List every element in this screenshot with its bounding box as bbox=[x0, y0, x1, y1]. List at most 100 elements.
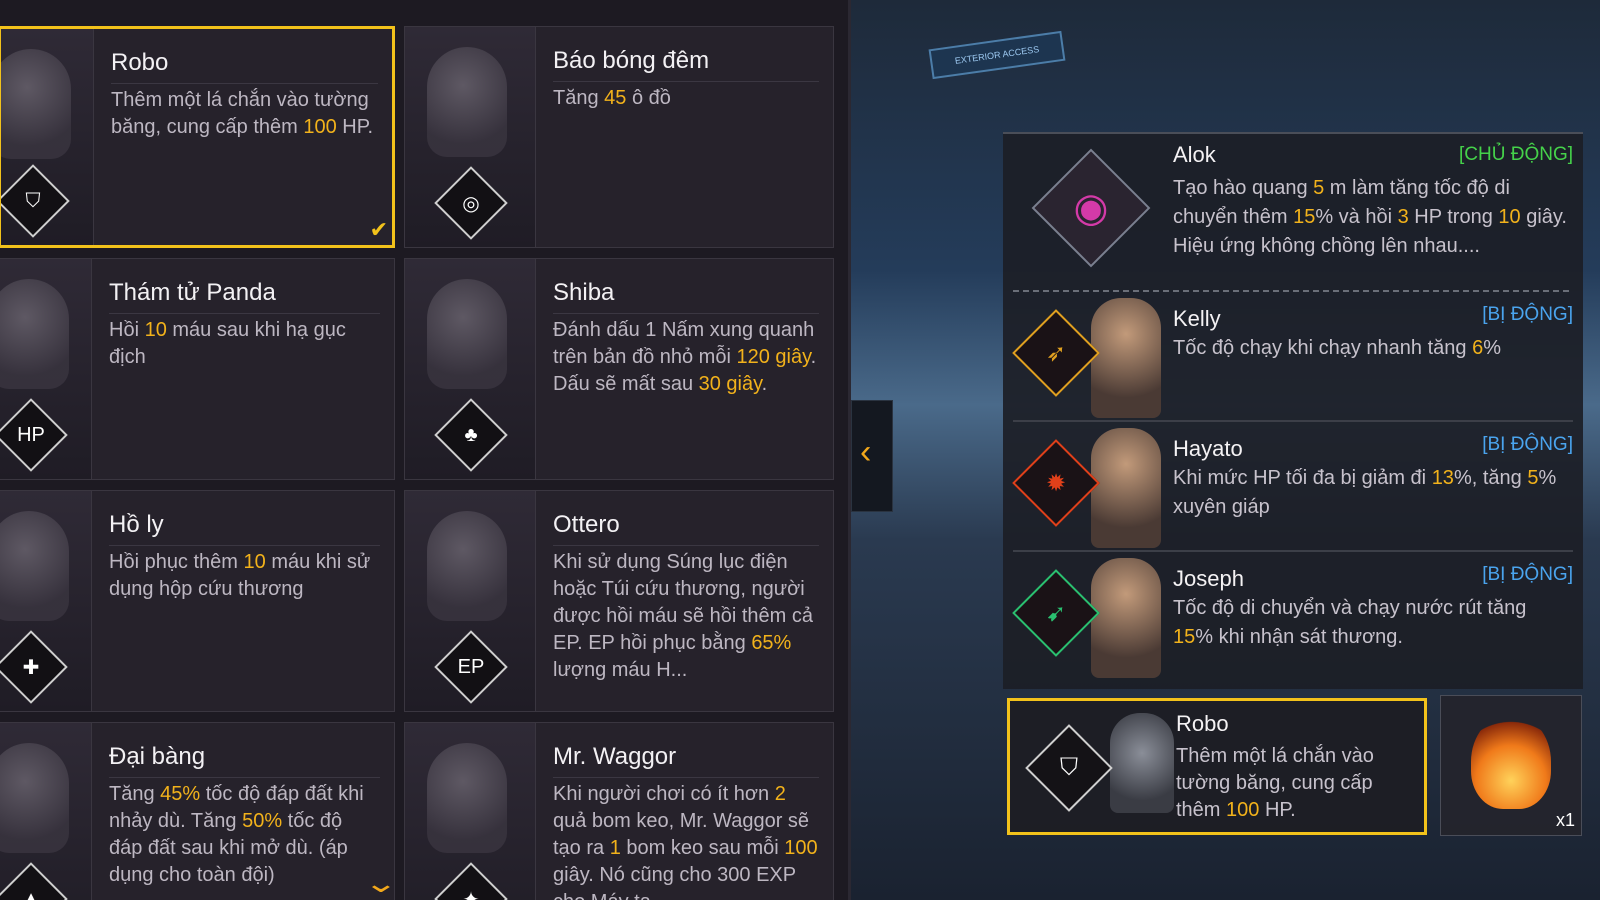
ep-icon: EP bbox=[457, 655, 485, 678]
skill-row[interactable]: ◉ Alok [CHỦ ĐỘNG] Tạo hào quang 5 m làm tăn… bbox=[1003, 134, 1583, 290]
highlight-value: 10 bbox=[243, 551, 266, 573]
mushroom-icon: ♣ bbox=[464, 423, 478, 446]
pet-description: Tăng 45 ô đồ bbox=[553, 85, 819, 112]
character-portrait bbox=[1091, 428, 1161, 548]
pet-card[interactable]: ⛉ Robo Thêm một lá chắn vào tường băng, cu… bbox=[0, 26, 395, 248]
skill-type-tag: [CHỦ ĐỘNG] bbox=[1459, 144, 1573, 165]
name-divider bbox=[111, 83, 378, 84]
pet-card[interactable]: ◎ Báo bóng đêm Tăng 45 ô đồ bbox=[404, 26, 834, 248]
name-divider bbox=[109, 545, 380, 546]
highlight-value: 45% bbox=[160, 783, 201, 805]
name-divider bbox=[553, 81, 819, 82]
pet-description: Khi sử dụng Súng lục điện hoặc Túi cứu t… bbox=[553, 549, 819, 684]
pet-name: Ottero bbox=[553, 511, 620, 538]
skill-badge: ✦ bbox=[434, 862, 508, 900]
shield-wall-icon: ⛉ bbox=[1060, 754, 1078, 781]
desc-text: HP trong bbox=[1408, 206, 1499, 228]
highlight-value: 5 bbox=[1313, 177, 1325, 199]
desc-text: . bbox=[761, 373, 768, 395]
medkit-icon: ✚ bbox=[22, 656, 40, 679]
equipped-pet-description: Thêm một lá chắn vào tường băng, cung cấ… bbox=[1176, 743, 1414, 824]
pet-list-panel: ⛉ Robo Thêm một lá chắn vào tường băng, cu… bbox=[0, 0, 850, 900]
name-divider bbox=[109, 313, 380, 314]
highlight-value: 10 bbox=[1498, 206, 1521, 228]
highlight-value: 45 bbox=[604, 87, 627, 109]
pet-card[interactable]: EP Ottero Khi sử dụng Súng lục điện hoặc T… bbox=[404, 490, 834, 712]
skill-description: Tốc độ chạy khi chạy nhanh tăng 6% bbox=[1173, 334, 1571, 363]
checkmark-icon: ✔ bbox=[369, 217, 388, 242]
highlight-value: 100 bbox=[784, 837, 818, 859]
skill-row[interactable]: ✹ Hayato [BỊ ĐỘNG] Khi mức HP tối đa bị giả… bbox=[1003, 422, 1583, 550]
equipped-item-slot[interactable]: x1 bbox=[1440, 695, 1582, 836]
pet-name: Robo bbox=[111, 49, 169, 76]
pet-figure bbox=[427, 279, 507, 389]
highlight-value: 30 giây bbox=[698, 373, 762, 395]
highlight-value: 100 bbox=[303, 116, 337, 138]
pet-name: Mr. Waggor bbox=[553, 743, 677, 770]
desc-text: % và hồi bbox=[1315, 206, 1398, 228]
pet-description: Hồi phục thêm 10 máu khi sử dụng hộp cứu… bbox=[109, 549, 380, 603]
pet-description: Tăng 45% tốc độ đáp đất khi nhảy dù. Tăn… bbox=[109, 781, 380, 889]
pet-portrait: ♣ bbox=[405, 259, 536, 479]
highlight-value: 5 bbox=[1527, 467, 1539, 489]
pet-card[interactable]: ✚ Hồ ly Hồi phục thêm 10 máu khi sử dụng h… bbox=[0, 490, 395, 712]
pet-description: Thêm một lá chắn vào tường băng, cung cấ… bbox=[111, 87, 378, 141]
highlight-value: 10 bbox=[144, 319, 167, 341]
pet-figure bbox=[427, 511, 507, 621]
pet-description: Đánh dấu 1 Nấm xung quanh trên bản đồ nh… bbox=[553, 317, 819, 398]
desc-text: lượng máu H... bbox=[553, 659, 688, 681]
highlight-value: 50% bbox=[242, 810, 283, 832]
desc-text: Tăng bbox=[109, 783, 161, 805]
desc-text: bom keo sau mỗi bbox=[620, 837, 785, 859]
skill-badge: ⛉ bbox=[1, 164, 70, 238]
desc-text: ô đồ bbox=[626, 87, 671, 109]
skill-type-tag: [BỊ ĐỘNG] bbox=[1482, 564, 1573, 585]
name-divider bbox=[553, 545, 819, 546]
skill-row[interactable]: ➹ Joseph [BỊ ĐỘNG] Tốc độ di chuyển và chạy… bbox=[1003, 552, 1583, 680]
pet-name: Đại bàng bbox=[109, 743, 206, 770]
scroll-down-chevron-icon[interactable]: ⌄ bbox=[363, 868, 398, 899]
highlight-value: 6 bbox=[1472, 337, 1484, 359]
equipped-pet-slot[interactable]: ⛉ Robo Thêm một lá chắn vào tường băng, cu… bbox=[1007, 698, 1427, 835]
pet-portrait: ◎ bbox=[405, 27, 536, 247]
item-count: x1 bbox=[1555, 810, 1575, 830]
skill-row[interactable]: ➶ Kelly [BỊ ĐỘNG] Tốc độ chạy khi chạy nhan… bbox=[1003, 292, 1583, 420]
running-shoe-icon: ➶ bbox=[1045, 339, 1067, 367]
name-divider bbox=[553, 313, 819, 314]
pet-card[interactable]: ✦ Mr. Waggor Khi người chơi có ít hơn 2 qu… bbox=[404, 722, 834, 900]
pet-figure bbox=[1110, 713, 1174, 813]
name-divider bbox=[109, 777, 380, 778]
desc-text: Tạo hào quang bbox=[1173, 177, 1314, 199]
pet-card[interactable]: ♣ Shiba Đánh dấu 1 Nấm xung quanh trên bản… bbox=[404, 258, 834, 480]
pet-name: Shiba bbox=[553, 279, 615, 306]
skill-badge: ◉ bbox=[1031, 148, 1151, 268]
pet-portrait: ✚ bbox=[0, 491, 92, 711]
highlight-value: 13 bbox=[1431, 467, 1454, 489]
skill-description: Tạo hào quang 5 m làm tăng tốc độ di chu… bbox=[1173, 174, 1571, 261]
skill-badge: ✹ bbox=[1012, 439, 1100, 527]
skill-name: Alok bbox=[1173, 142, 1216, 167]
chevron-left-icon: ‹ bbox=[860, 433, 872, 471]
shield-wall-icon: ⛉ bbox=[25, 189, 41, 212]
desc-text: Khi người chơi có ít hơn bbox=[553, 783, 775, 805]
pet-description: Hồi 10 máu sau khi hạ gục địch bbox=[109, 317, 380, 371]
pet-figure bbox=[427, 47, 507, 157]
skill-type-tag: [BỊ ĐỘNG] bbox=[1482, 434, 1573, 455]
skill-badge: ◎ bbox=[434, 166, 508, 240]
pet-card[interactable]: ▲ Đại bàng Tăng 45% tốc độ đáp đất khi nhả… bbox=[0, 722, 395, 900]
skill-badge: ▲ bbox=[0, 862, 68, 900]
equipped-pet-name: Robo bbox=[1176, 711, 1229, 736]
hp-icon: HP bbox=[17, 423, 45, 446]
desc-text: Hồi bbox=[109, 319, 145, 341]
gloo-icon: ✦ bbox=[462, 888, 480, 900]
highlight-value: 15 bbox=[1293, 206, 1316, 228]
highlight-value: 1 bbox=[609, 837, 621, 859]
collapse-panel-button[interactable]: ‹ bbox=[851, 400, 893, 512]
desc-text: HP. bbox=[336, 116, 374, 138]
skill-badge: ➶ bbox=[1012, 309, 1100, 397]
highlight-value: 2 bbox=[774, 783, 786, 805]
highlight-value: 100 bbox=[1226, 799, 1260, 821]
pet-name: Báo bóng đêm bbox=[553, 47, 710, 74]
pet-figure bbox=[427, 743, 507, 853]
pet-card[interactable]: HP Thám tử Panda Hồi 10 máu sau khi hạ gục… bbox=[0, 258, 395, 480]
